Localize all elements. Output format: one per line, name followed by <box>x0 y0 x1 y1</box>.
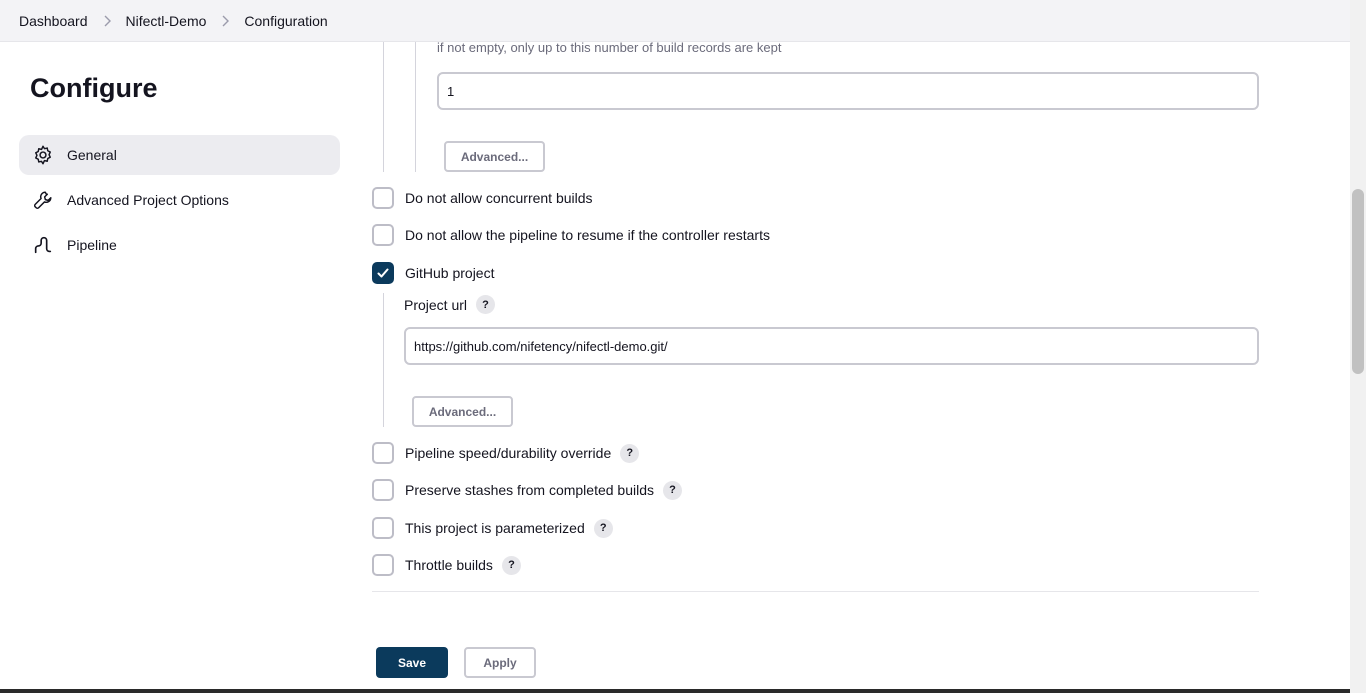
checkmark-icon <box>377 268 389 278</box>
breadcrumb-configuration[interactable]: Configuration <box>244 13 327 29</box>
sidebar-item-label: Advanced Project Options <box>67 192 229 208</box>
max-builds-input[interactable]: 1 <box>437 72 1259 110</box>
sidebar-item-general[interactable]: General <box>19 135 340 175</box>
chevron-right-icon <box>220 15 230 27</box>
checkbox-checked[interactable] <box>372 262 394 284</box>
help-icon[interactable]: ? <box>501 555 521 575</box>
pipeline-icon <box>32 234 54 256</box>
window-bottom-edge <box>0 689 1350 693</box>
help-icon[interactable]: ? <box>663 480 682 500</box>
sidebar-item-label: Pipeline <box>67 237 117 253</box>
option-speed-override[interactable]: Pipeline speed/durability override ? <box>372 442 640 464</box>
help-icon[interactable]: ? <box>620 443 640 463</box>
build-records-help: if not empty, only up to this number of … <box>437 40 782 55</box>
sidebar-item-pipeline[interactable]: Pipeline <box>19 225 340 265</box>
build-records-advanced-button[interactable]: Advanced... <box>444 141 545 172</box>
option-no-concurrent[interactable]: Do not allow concurrent builds <box>372 187 593 209</box>
option-throttle[interactable]: Throttle builds ? <box>372 554 521 576</box>
project-url-label: Project url ? <box>404 295 496 314</box>
github-advanced-button[interactable]: Advanced... <box>412 396 513 427</box>
sidebar-item-advanced-project-options[interactable]: Advanced Project Options <box>19 180 340 220</box>
save-button[interactable]: Save <box>376 647 448 678</box>
section-guide-line <box>383 42 384 172</box>
option-label: Do not allow concurrent builds <box>405 190 593 206</box>
chevron-right-icon <box>102 15 112 27</box>
breadcrumb-dashboard[interactable]: Dashboard <box>19 13 88 29</box>
checkbox[interactable] <box>372 517 394 539</box>
project-url-input[interactable]: https://github.com/nifetency/nifectl-dem… <box>404 327 1259 365</box>
github-guide-line <box>383 293 384 427</box>
section-divider <box>372 591 1259 592</box>
wrench-icon <box>32 189 54 211</box>
sidebar-item-label: General <box>67 147 117 163</box>
option-label: Do not allow the pipeline to resume if t… <box>405 227 770 243</box>
nested-guide-line <box>415 42 416 172</box>
option-no-resume[interactable]: Do not allow the pipeline to resume if t… <box>372 224 770 246</box>
option-label: GitHub project <box>405 265 495 281</box>
checkbox[interactable] <box>372 554 394 576</box>
breadcrumb-project[interactable]: Nifectl-Demo <box>126 13 207 29</box>
option-label: This project is parameterized <box>405 520 585 536</box>
option-preserve-stashes[interactable]: Preserve stashes from completed builds ? <box>372 479 682 501</box>
page-title: Configure <box>30 73 158 103</box>
project-url-label-text: Project url <box>404 296 468 313</box>
help-icon[interactable]: ? <box>476 295 496 314</box>
option-parameterized[interactable]: This project is parameterized ? <box>372 517 613 539</box>
scrollbar-thumb[interactable] <box>1352 189 1364 374</box>
checkbox[interactable] <box>372 224 394 246</box>
apply-button[interactable]: Apply <box>464 647 536 678</box>
checkbox[interactable] <box>372 442 394 464</box>
option-label: Throttle builds <box>405 557 493 573</box>
checkbox[interactable] <box>372 479 394 501</box>
checkbox[interactable] <box>372 187 394 209</box>
breadcrumb: Dashboard Nifectl-Demo Configuration <box>0 0 1350 42</box>
gear-icon <box>32 144 54 166</box>
option-github-project[interactable]: GitHub project <box>372 262 494 284</box>
option-label: Pipeline speed/durability override <box>405 445 612 461</box>
action-bar <box>0 633 1350 693</box>
option-label: Preserve stashes from completed builds <box>405 482 654 498</box>
help-icon[interactable]: ? <box>593 518 613 538</box>
